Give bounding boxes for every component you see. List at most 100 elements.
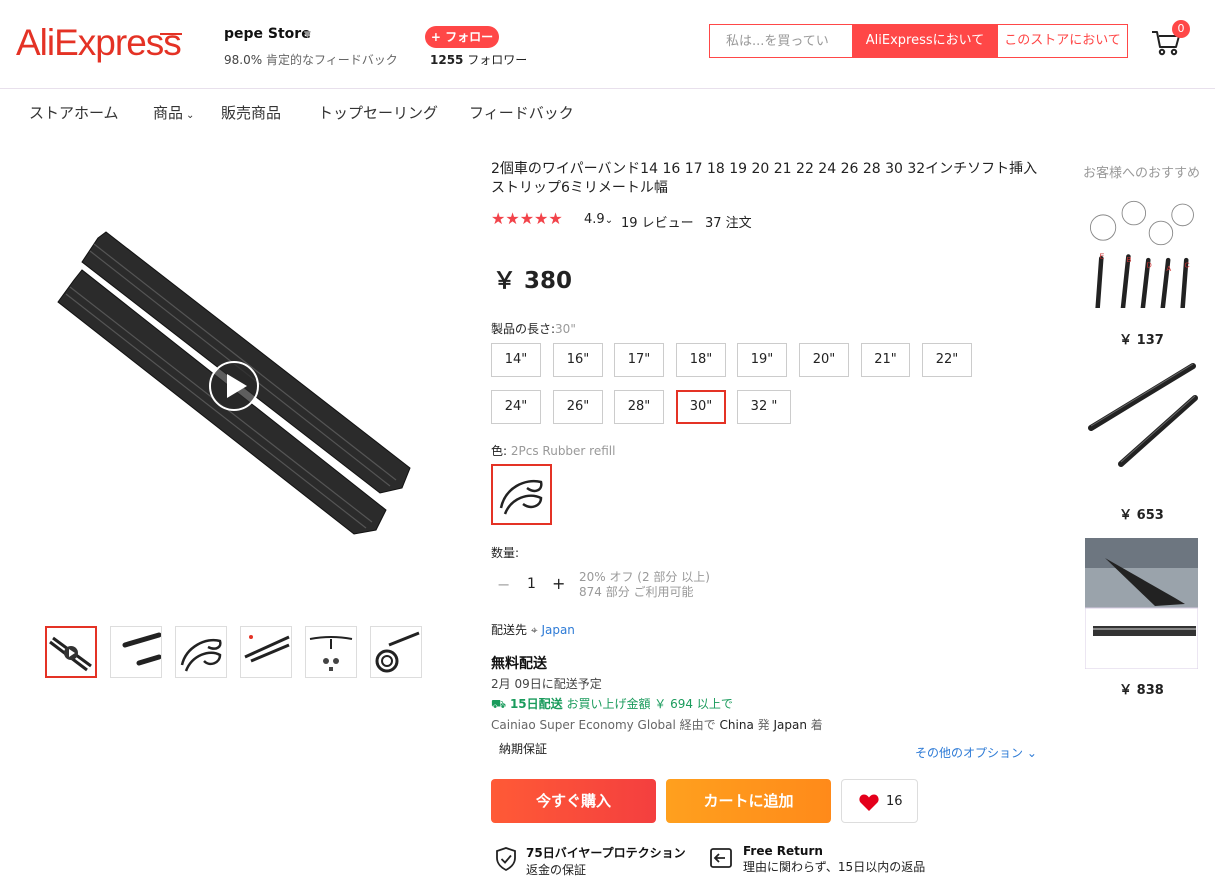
size-option-selected[interactable]: 30" <box>676 390 726 424</box>
store-feedback: 98.0% 肯定的なフィードバック <box>224 51 398 68</box>
store-name[interactable]: pepe Store <box>224 26 311 42</box>
size-option[interactable]: 28" <box>614 390 664 424</box>
eta-date: 2月 09日 <box>491 677 542 691</box>
return-icon <box>710 848 732 868</box>
recommendation-price-2: ￥ 653 <box>1119 508 1164 523</box>
rec-label-c: C <box>1184 260 1189 269</box>
free-return-subtitle: 理由に関わらず、15日以内の返品 <box>743 860 926 874</box>
more-options-label: その他のオプション <box>915 746 1024 760</box>
recommendation-image-3[interactable] <box>1085 538 1198 669</box>
recommendation-image-2[interactable] <box>1085 358 1198 471</box>
add-to-cart-button[interactable]: カートに追加 <box>666 779 831 823</box>
size-option-label: 製品の長さ:30" <box>491 320 576 337</box>
rating-number: 4.9 <box>584 212 605 227</box>
size-option[interactable]: 21" <box>861 343 910 377</box>
fast-delivery-days: 15日配送 <box>509 697 563 711</box>
color-option-label: 色: 2Pcs Rubber refill <box>491 442 615 459</box>
logo-underline <box>160 33 182 35</box>
thumbnail-1[interactable] <box>45 626 97 678</box>
size-selected: 30" <box>555 322 576 336</box>
truck-icon: ⛟ <box>491 697 507 711</box>
size-option[interactable]: 14" <box>491 343 541 377</box>
product-title: 2個車のワイパーバンド14 16 17 18 19 20 21 22 24 26… <box>491 161 1038 196</box>
size-option[interactable]: 19" <box>737 343 787 377</box>
location-pin-icon: ⌖ <box>530 623 538 637</box>
carrier-to: Japan <box>773 718 807 732</box>
product-price: ￥ 380 <box>493 268 573 294</box>
rating-value[interactable]: 4.9⌄ <box>584 212 613 227</box>
thumbnail-2[interactable] <box>110 626 162 678</box>
fast-delivery: ⛟ 15日配送 お買い上げ金額 ￥ 694 以上で <box>491 695 733 713</box>
size-option[interactable]: 20" <box>799 343 849 377</box>
nav-top-selling[interactable]: トップセーリング <box>318 102 438 123</box>
size-option[interactable]: 32 " <box>737 390 791 424</box>
search-aliexpress-button[interactable]: AliExpressにおいて <box>852 25 998 57</box>
recommendations-title: お客様へのおすすめ <box>1083 166 1201 181</box>
quantity-decrease-button[interactable]: − <box>497 575 510 594</box>
chevron-down-icon: ⌄ <box>186 110 195 121</box>
carrier-info: Cainiao Super Economy Global 経由で China 発… <box>491 716 823 733</box>
free-return-title: Free Return <box>743 844 823 858</box>
heart-icon <box>859 794 879 811</box>
more-shipping-options[interactable]: その他のオプション ⌄ <box>915 744 1037 761</box>
bulk-discount: 20% オフ (2 部分 以上) <box>579 570 710 584</box>
header-divider <box>0 88 1215 89</box>
chevron-down-icon[interactable]: ▼ <box>304 30 311 40</box>
free-return[interactable]: Free Return 理由に関わらず、15日以内の返品 <box>743 844 925 875</box>
recommendation-image-1[interactable]: E B D A C <box>1085 195 1198 308</box>
size-option[interactable]: 17" <box>614 343 664 377</box>
ship-to-country[interactable]: Japan <box>541 623 574 637</box>
rec-label-b: B <box>1127 255 1132 264</box>
thumbnail-3[interactable] <box>175 626 227 678</box>
rec-label-d: D <box>1146 260 1151 269</box>
store-feedback-pct: 98.0% <box>224 53 263 67</box>
recommendation-price-3: ￥ 838 <box>1119 683 1164 698</box>
carrier-name: Cainiao Super Economy Global <box>491 718 676 732</box>
followers-count: 1255 <box>430 53 464 67</box>
fast-delivery-condition: お買い上げ金額 ￥ 694 以上で <box>566 697 733 711</box>
size-option[interactable]: 16" <box>553 343 603 377</box>
buyer-protection-title: 75日バイヤープロテクション <box>526 846 686 860</box>
cart-count-badge: 0 <box>1172 20 1190 38</box>
size-option[interactable]: 18" <box>676 343 726 377</box>
product-main-image[interactable] <box>50 218 420 558</box>
quantity-increase-button[interactable]: + <box>552 574 565 593</box>
nav-sale-items[interactable]: 販売商品 <box>221 102 281 123</box>
search-bar: AliExpressにおいて このストアにおいて <box>709 24 1128 58</box>
nav-store-home[interactable]: ストアホーム <box>29 102 119 123</box>
color-selected: 2Pcs Rubber refill <box>510 444 616 458</box>
delivery-guarantee: 納期保証 <box>499 742 548 756</box>
search-input[interactable] <box>710 25 852 57</box>
rec-label-a: A <box>1166 264 1171 273</box>
thumbnail-4[interactable] <box>240 626 292 678</box>
buyer-protection[interactable]: 75日バイヤープロテクション 返金の保証 <box>526 844 686 878</box>
wishlist-count: 16 <box>886 794 903 809</box>
thumbnail-6[interactable] <box>370 626 422 678</box>
followers-label: フォロワー <box>467 53 528 67</box>
thumbnail-5[interactable] <box>305 626 357 678</box>
size-option[interactable]: 24" <box>491 390 541 424</box>
quantity-note: 20% オフ (2 部分 以上) 874 部分 ご利用可能 <box>579 570 710 600</box>
shield-check-icon <box>496 847 516 871</box>
size-option[interactable]: 26" <box>553 390 603 424</box>
nav-feedback[interactable]: フィードバック <box>469 102 574 123</box>
search-store-button[interactable]: このストアにおいて <box>998 25 1127 57</box>
size-option[interactable]: 22" <box>922 343 972 377</box>
orders-count: 37 注文 <box>705 216 752 231</box>
reviews-count[interactable]: 19 レビュー <box>621 212 694 231</box>
follow-button[interactable]: + フォロー <box>425 26 499 48</box>
aliexpress-logo[interactable]: AliExpress <box>16 22 182 64</box>
wishlist-button[interactable]: 16 <box>841 779 918 823</box>
carrier-to-label: 着 <box>810 718 823 732</box>
quantity-input[interactable]: 1 <box>527 576 536 592</box>
nav-products[interactable]: 商品 ⌄ <box>153 102 194 123</box>
color-swatch-selected[interactable] <box>491 464 552 525</box>
carrier-from: China <box>719 718 754 732</box>
buy-now-button[interactable]: 今すぐ購入 <box>491 779 656 823</box>
eta-label: に配送予定 <box>541 677 602 691</box>
chevron-down-icon: ⌄ <box>604 215 614 226</box>
ship-to: 配送先 ⌖ Japan <box>491 621 575 638</box>
nav-products-label: 商品 <box>153 104 184 122</box>
carrier-via: 経由で <box>679 718 716 732</box>
ship-to-label: 配送先 <box>491 623 528 637</box>
